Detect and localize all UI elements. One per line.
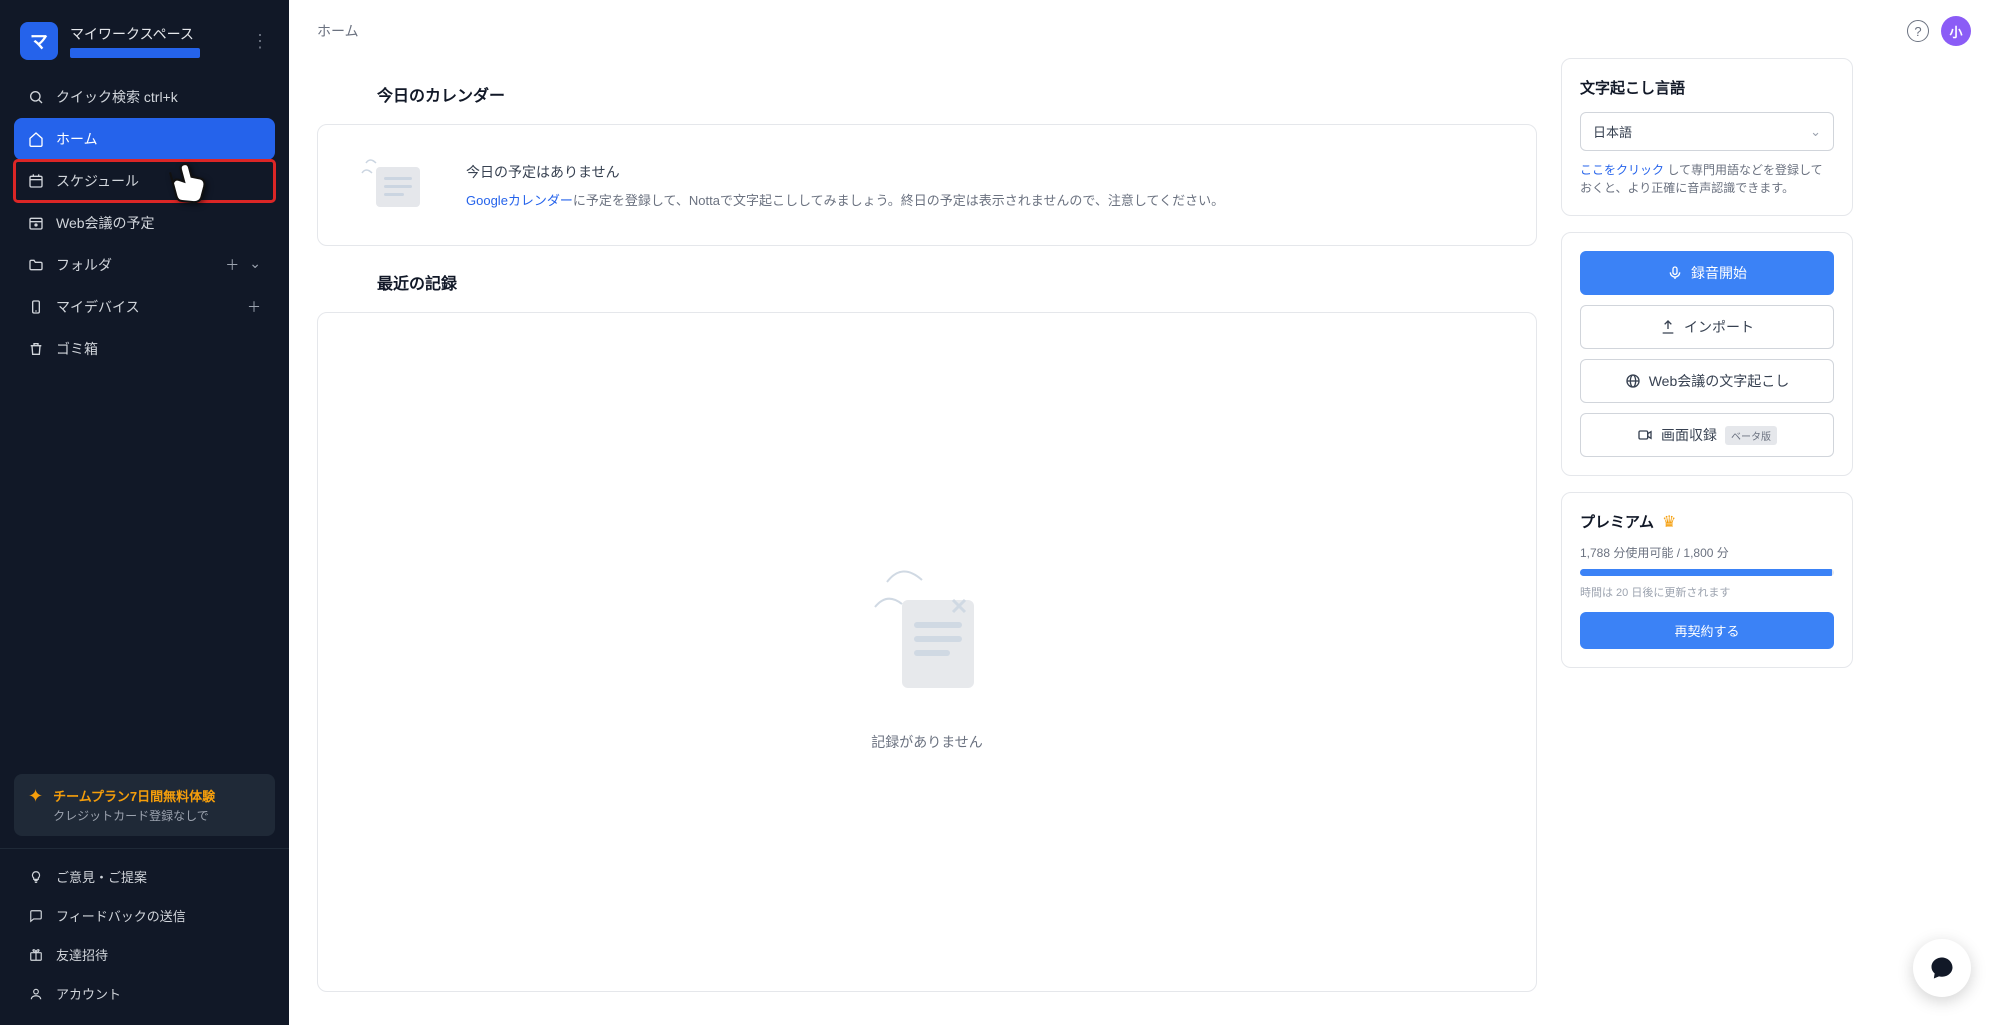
nav-web-meeting-label: Web会議の予定 <box>56 213 155 233</box>
records-section-title: 最近の記録 <box>317 270 1537 294</box>
premium-title: プレミアム <box>1580 511 1654 532</box>
search-icon <box>28 89 44 105</box>
nav-account[interactable]: アカウント <box>0 974 289 1013</box>
nav-invite[interactable]: 友達招待 <box>0 935 289 974</box>
calendar-section-title: 今日のカレンダー <box>317 82 1537 106</box>
google-calendar-link[interactable]: Googleカレンダー <box>466 193 573 208</box>
screen-record-button[interactable]: 画面収録 ベータ版 <box>1580 413 1834 457</box>
trash-icon <box>28 341 44 357</box>
language-select[interactable]: 日本語 ⌄ <box>1580 112 1834 151</box>
user-icon <box>28 986 44 1002</box>
start-recording-button[interactable]: 録音開始 <box>1580 251 1834 295</box>
usage-progress-fill <box>1580 569 1832 576</box>
topbar: ホーム ? 小 <box>289 0 1999 58</box>
workspace-badge: マ <box>20 22 58 60</box>
vocab-register-link[interactable]: ここをクリック <box>1580 163 1664 177</box>
quick-search-label: クイック検索 ctrl+k <box>56 87 178 107</box>
import-button[interactable]: インポート <box>1580 305 1834 349</box>
records-empty-illustration <box>847 552 1007 712</box>
device-add-icon[interactable]: ＋ <box>247 297 261 317</box>
video-icon <box>1637 427 1653 443</box>
chevron-down-icon[interactable]: ⌄ <box>249 255 261 275</box>
sidebar: マ マイワークスペース ⋮ クイック検索 ctrl+k ホーム <box>0 0 289 1025</box>
records-section: 最近の記録 <box>317 246 1537 992</box>
folder-add-icon[interactable]: ＋ <box>225 255 239 275</box>
records-empty-card: 記録がありません <box>317 312 1537 992</box>
nav-schedule[interactable]: スケジュール <box>14 160 275 202</box>
premium-panel: プレミアム ♛ 1,788 分使用可能 / 1,800 分 時間は 20 日後に… <box>1561 492 1853 668</box>
nav-folder-label: フォルダ <box>56 255 112 275</box>
usage-text: 1,788 分使用可能 / 1,800 分 <box>1580 544 1834 561</box>
web-meeting-transcribe-button[interactable]: Web会議の文字起こし <box>1580 359 1834 403</box>
gift-icon <box>28 947 44 963</box>
beta-badge: ベータ版 <box>1725 426 1777 445</box>
language-hint: ここをクリック して専門用語などを登録しておくと、より正確に音声認識できます。 <box>1580 161 1834 197</box>
chevron-down-icon: ⌄ <box>1810 124 1821 140</box>
chat-fab[interactable] <box>1913 939 1971 997</box>
footer-nav: ご意見・ご提案 フィードバックの送信 友達招待 アカウント <box>0 848 289 1013</box>
nav-send-feedback[interactable]: フィードバックの送信 <box>0 896 289 935</box>
promo-title: チームプラン7日間無料体験 <box>53 786 215 805</box>
folder-icon <box>28 257 44 273</box>
sparkle-icon: ✦ <box>28 786 43 807</box>
workspace-menu-icon[interactable]: ⋮ <box>251 31 269 52</box>
renew-button[interactable]: 再契約する <box>1580 612 1834 649</box>
usage-progress <box>1580 569 1834 576</box>
workspace-name: マイワークスペース <box>70 24 239 44</box>
right-panel: 文字起こし言語 日本語 ⌄ ここをクリック して専門用語などを登録しておくと、よ… <box>1561 58 1853 1005</box>
actions-panel: 録音開始 インポート Web会議の文字起こし <box>1561 232 1853 476</box>
primary-nav: クイック検索 ctrl+k ホーム スケジュール <box>0 76 289 370</box>
language-panel: 文字起こし言語 日本語 ⌄ ここをクリック して専門用語などを登録しておくと、よ… <box>1561 58 1853 216</box>
help-icon[interactable]: ? <box>1907 20 1929 42</box>
renew-note: 時間は 20 日後に更新されます <box>1580 584 1834 600</box>
nav-folder[interactable]: フォルダ ＋ ⌄ <box>14 244 275 286</box>
lightbulb-icon <box>28 869 44 885</box>
globe-icon <box>1625 373 1641 389</box>
upload-icon <box>1660 319 1676 335</box>
chat-icon <box>28 908 44 924</box>
nav-home[interactable]: ホーム <box>14 118 275 160</box>
calendar-empty-illustration <box>354 153 434 217</box>
home-icon <box>28 131 44 147</box>
nav-home-label: ホーム <box>56 129 98 149</box>
promo-sub: クレジットカード登録なしで <box>53 807 215 824</box>
calendar-section: 今日のカレンダー <box>317 58 1537 246</box>
language-selected-value: 日本語 <box>1593 122 1632 141</box>
crown-icon: ♛ <box>1662 512 1676 532</box>
nav-schedule-label: スケジュール <box>56 171 139 191</box>
nav-trash-label: ゴミ箱 <box>56 339 98 359</box>
mic-icon <box>1667 265 1683 281</box>
calendar-empty-desc: Googleカレンダーに予定を登録して、Nottaで文字起こししてみましょう。終… <box>466 190 1224 209</box>
nav-trash[interactable]: ゴミ箱 <box>14 328 275 370</box>
nav-web-meeting[interactable]: Web会議の予定 <box>14 202 275 244</box>
calendar-icon <box>28 173 44 189</box>
calendar-empty-title: 今日の予定はありません <box>466 162 1224 182</box>
device-icon <box>28 299 44 315</box>
calendar-dot-icon <box>28 215 44 231</box>
quick-search[interactable]: クイック検索 ctrl+k <box>14 76 275 118</box>
page-title: ホーム <box>317 21 359 41</box>
nav-my-device-label: マイデバイス <box>56 297 140 317</box>
workspace-switcher[interactable]: マ マイワークスペース ⋮ <box>0 12 289 76</box>
calendar-empty-card: 今日の予定はありません Googleカレンダーに予定を登録して、Nottaで文字… <box>317 124 1537 246</box>
avatar[interactable]: 小 <box>1941 16 1971 46</box>
records-empty-text: 記録がありません <box>871 732 983 752</box>
language-panel-title: 文字起こし言語 <box>1580 77 1834 98</box>
nav-my-device[interactable]: マイデバイス ＋ <box>14 286 275 328</box>
team-plan-promo[interactable]: ✦ チームプラン7日間無料体験 クレジットカード登録なしで <box>14 774 275 836</box>
nav-feedback-idea[interactable]: ご意見・ご提案 <box>0 857 289 896</box>
main: ホーム ? 小 今日のカレンダー <box>289 0 1999 1025</box>
workspace-sub-redacted <box>70 48 200 58</box>
